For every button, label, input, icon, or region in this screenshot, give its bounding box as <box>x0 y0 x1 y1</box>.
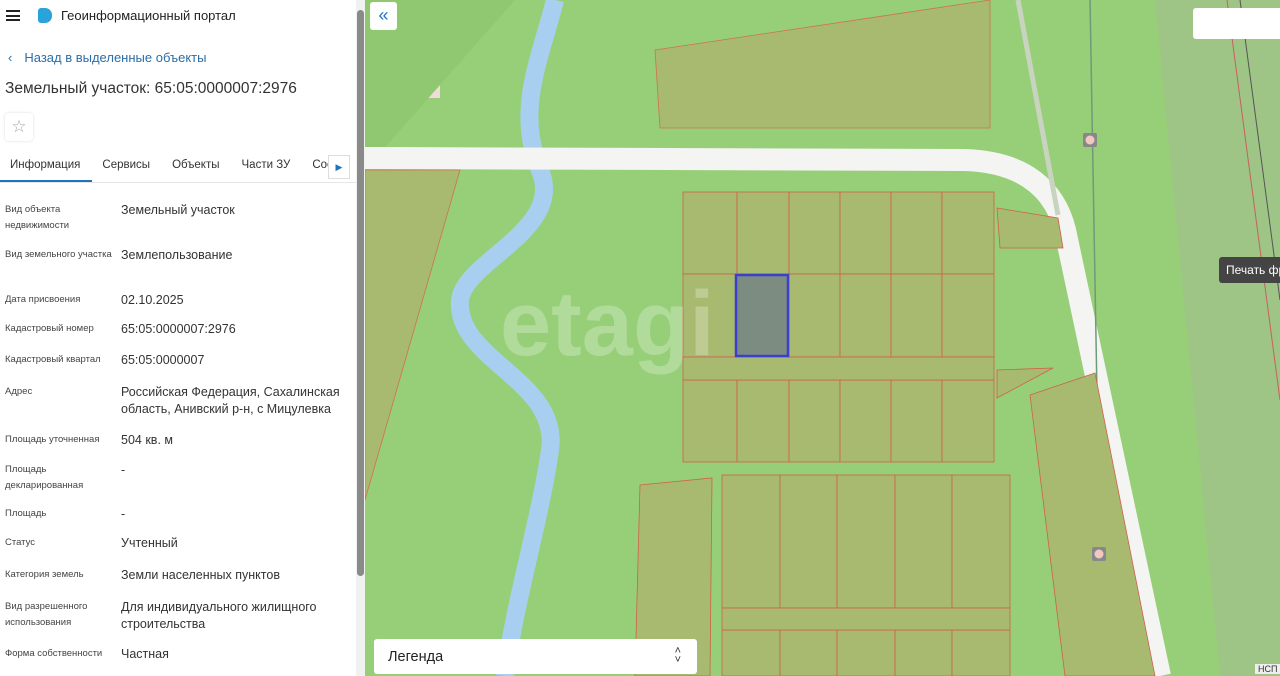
menu-icon[interactable] <box>6 10 20 21</box>
field-label: Дата присвоения <box>5 294 81 305</box>
info-panel: Геоинформационный портал ‹ Назад в выдел… <box>0 0 356 676</box>
favorite-star-icon[interactable]: ☆ <box>5 113 33 141</box>
tab-services[interactable]: Сервисы <box>92 158 162 182</box>
field-value: Земельный участок <box>121 203 235 217</box>
field-value: 65:05:0000007:2976 <box>121 322 236 336</box>
map-layer: etagi <box>365 0 1280 676</box>
selected-parcel <box>734 273 790 358</box>
map-search-input[interactable] <box>1193 8 1280 39</box>
parcel <box>941 379 995 463</box>
field-row: Дата присвоения 02.10.2025 <box>5 292 350 309</box>
parcel <box>836 629 896 676</box>
collapse-panel-button[interactable]: « <box>370 2 397 30</box>
field-row: Площадь - <box>5 506 350 523</box>
field-value: Российская Федерация, Сахалинская област… <box>121 385 340 416</box>
field-label: Статус <box>5 537 36 548</box>
field-row: Вид объекта недвижимости Земельный участо… <box>5 202 350 234</box>
field-value: Частная <box>121 647 169 661</box>
field-row: Вид разрешенного использования Для индиви… <box>5 599 350 633</box>
field-row: Адрес Российская Федерация, Сахалинская о… <box>5 384 350 418</box>
field-value: 504 кв. м <box>121 433 173 447</box>
parcel <box>941 273 995 358</box>
parcel <box>721 607 1011 631</box>
field-value: Учтенный <box>121 536 178 550</box>
field-label: Площадь декларированная <box>5 464 84 491</box>
back-link-label: Назад в выделенные объекты <box>24 50 207 65</box>
parcel <box>779 629 838 676</box>
back-link[interactable]: ‹ Назад в выделенные объекты <box>8 50 206 65</box>
field-row: Площадь уточненная 504 кв. м <box>5 432 350 449</box>
parcel-west <box>365 169 461 501</box>
green-zone-east <box>1155 0 1280 676</box>
legend-label: Легенда <box>388 649 444 665</box>
parcel <box>894 629 953 676</box>
app-title: Геоинформационный портал <box>61 8 236 23</box>
field-row: Кадастровый номер 65:05:0000007:2976 <box>5 321 350 338</box>
field-value: 65:05:0000007 <box>121 353 205 367</box>
tab-objects[interactable]: Объекты <box>162 158 231 182</box>
chevron-left-icon: ‹ <box>8 50 13 65</box>
parcel <box>890 191 943 275</box>
field-label: Вид объекта недвижимости <box>5 204 70 231</box>
watermark: etagi <box>500 273 715 375</box>
tab-bar: Информация Сервисы Объекты Части ЗУ Сост… <box>0 158 356 183</box>
parcel <box>839 191 892 275</box>
field-label: Площадь уточненная <box>5 434 100 445</box>
map-canvas[interactable]: etagi <box>365 0 1280 676</box>
parcel <box>682 356 995 381</box>
field-row: Площадь декларированная - <box>5 462 350 494</box>
tab-parts[interactable]: Части ЗУ <box>232 158 303 182</box>
field-label: Кадастровый квартал <box>5 354 101 365</box>
field-row: Категория земель Земли населенных пунктов <box>5 567 350 584</box>
attribution: НСП <box>1255 664 1280 674</box>
field-label: Вид разрешенного использования <box>5 601 88 628</box>
parcel <box>779 474 838 609</box>
field-row: Статус Учтенный <box>5 535 350 552</box>
scrollbar-thumb[interactable] <box>357 10 364 576</box>
parcel <box>736 191 790 275</box>
parcel-north <box>654 0 991 129</box>
print-tooltip: Печать фрагмента <box>1219 257 1280 283</box>
page-title: Земельный участок: 65:05:0000007:2976 <box>5 80 297 97</box>
tab-info[interactable]: Информация <box>0 158 93 182</box>
parcel <box>951 629 1011 676</box>
panel-scrollbar[interactable] <box>356 0 365 676</box>
logo-icon <box>38 8 52 23</box>
parcel <box>836 474 896 609</box>
parcel <box>788 191 841 275</box>
field-value: Для индивидуального жилищного строительс… <box>121 600 317 631</box>
parcel <box>894 474 953 609</box>
parcel <box>682 191 738 275</box>
parcel <box>890 273 943 358</box>
field-value: - <box>121 507 126 521</box>
field-label: Категория земель <box>5 569 84 580</box>
field-row: Вид земельного участка Землепользование <box>5 247 350 264</box>
legend-dropdown[interactable]: Легенда ˄ ˅ <box>374 639 697 674</box>
field-value: Земли населенных пунктов <box>121 568 280 582</box>
field-row: Форма собственности Частная <box>5 646 350 663</box>
chevron-updown-icon: ˄ ˅ <box>674 645 681 666</box>
parcel <box>839 379 892 463</box>
field-row: Кадастровый квартал 65:05:0000007 <box>5 352 350 369</box>
field-value: 02.10.2025 <box>121 293 184 307</box>
parcel <box>890 379 943 463</box>
parcel <box>721 474 781 609</box>
field-label: Кадастровый номер <box>5 323 94 334</box>
field-label: Адрес <box>5 386 33 397</box>
parcel <box>951 474 1011 609</box>
parcel <box>941 191 995 275</box>
field-label: Форма собственности <box>5 648 103 659</box>
app-header: Геоинформационный портал <box>6 8 236 23</box>
parcel <box>788 273 841 358</box>
parcel <box>682 379 738 463</box>
field-label: Вид земельного участка <box>5 249 112 260</box>
parcel <box>736 379 790 463</box>
parcel <box>721 629 781 676</box>
field-label: Площадь <box>5 508 47 519</box>
field-value: Землепользование <box>121 248 233 262</box>
parcel <box>788 379 841 463</box>
tabs-next-button[interactable]: ▶ <box>328 155 350 179</box>
parcel <box>839 273 892 358</box>
field-value: - <box>121 463 126 477</box>
